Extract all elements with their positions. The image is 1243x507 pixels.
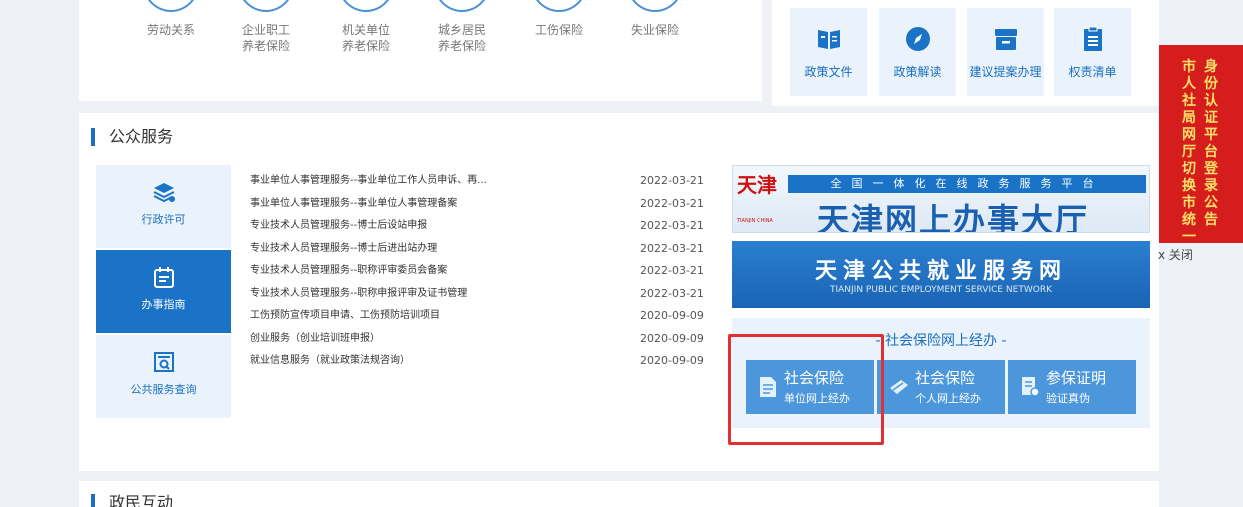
list-item-date: 2022-03-21 xyxy=(640,174,704,187)
sidebar-item-public-service-query[interactable]: 公共服务查询 xyxy=(96,335,231,418)
category-icon-circle xyxy=(238,0,294,12)
tile-label: 政策解读 xyxy=(893,65,942,79)
sidebar-item-label: 公共服务查询 xyxy=(130,383,197,396)
category-label: 劳动关系 xyxy=(146,23,195,37)
section-title: 公众服务 xyxy=(91,128,173,146)
list-item-date: 2020-09-09 xyxy=(640,331,704,345)
floating-notice-banner[interactable]: 身份认证平台登录公告 市人社局网厅切换市统一 xyxy=(1159,45,1243,245)
notice-text-column-1: 身份认证平台登录公告 xyxy=(1204,59,1218,228)
section-title: 政民互动 xyxy=(91,494,173,507)
category-icon-circle xyxy=(434,0,490,12)
list-item[interactable]: 事业单位人事管理服务--事业单位人事管理备案 2022-03-21 xyxy=(250,193,705,216)
compass-icon xyxy=(906,27,930,51)
list-item[interactable]: 就业信息服务（就业政策法规咨询） 2020-09-09 xyxy=(250,350,705,373)
card-icon xyxy=(890,380,908,394)
list-item-title[interactable]: 创业服务（创业培训班申报） xyxy=(250,328,590,351)
tile-policy-documents[interactable]: 政策文件 xyxy=(790,8,867,96)
online-service-hall-banner[interactable]: 天津 TIANJIN CHINA 全国一体化在线政务服务平台 天津网上办事大厅 xyxy=(732,165,1150,233)
clipboard-icon xyxy=(1084,26,1102,51)
notice-close-button[interactable]: x 关闭 xyxy=(1158,246,1193,263)
personal-online-service-button[interactable]: 社会保险 个人网上经办 xyxy=(877,360,1005,414)
quick-tiles: 政策文件 政策解读 建议提案办理 权责清单 xyxy=(772,0,1159,106)
tile-label: 权责清单 xyxy=(1068,65,1117,79)
sidebar-item-service-guide[interactable]: 办事指南 xyxy=(96,250,231,333)
button-sub-label: 验证真伪 xyxy=(1046,392,1090,405)
tile-label: 政策文件 xyxy=(804,65,853,79)
highlight-annotation-box xyxy=(728,334,884,445)
category-icon-circle xyxy=(143,0,199,12)
category-label: 机关单位 xyxy=(341,23,390,37)
list-item[interactable]: 专业技术人员管理服务--职称申报评审及证书管理 2022-03-21 xyxy=(250,283,705,306)
button-sub-label: 个人网上经办 xyxy=(915,392,981,405)
list-item-title[interactable]: 专业技术人员管理服务--职称评审委员会备案 xyxy=(250,260,590,283)
list-item-date: 2020-09-09 xyxy=(640,309,704,322)
tile-policy-interpretation[interactable]: 政策解读 xyxy=(879,8,956,96)
category-icon-circle xyxy=(627,0,683,12)
list-item-title[interactable]: 工伤预防宣传项目申请、工伤预防培训项目 xyxy=(250,305,590,328)
category-icon-circle xyxy=(338,0,394,12)
list-item-date: 2022-03-21 xyxy=(640,286,704,300)
category-strip: 劳动关系 企业职工养老保险 机关单位养老保险 城乡居民养老保险 工伤保险 失业保… xyxy=(79,0,762,101)
notice-text-column-2: 市人社局网厅切换市统一 xyxy=(1182,59,1196,245)
search-doc-icon xyxy=(154,352,174,372)
list-item-date: 2022-03-21 xyxy=(640,241,704,255)
banner-title: 天津网上办事大厅 xyxy=(817,201,1090,233)
tile-power-list[interactable]: 权责清单 xyxy=(1054,8,1131,96)
sidebar-item-label: 行政许可 xyxy=(141,213,186,226)
category-label-2: 养老保险 xyxy=(437,39,486,53)
employment-service-banner[interactable]: 天津公共就业服务网 TIANJIN PUBLIC EMPLOYMENT SERV… xyxy=(732,241,1150,308)
list-item-title[interactable]: 事业单位人事管理服务--事业单位工作人员申诉、再... xyxy=(250,170,590,193)
banner-title: 天津公共就业服务网 xyxy=(814,258,1067,284)
list-item[interactable]: 创业服务（创业培训班申报） 2020-09-09 xyxy=(250,328,705,351)
tile-label: 建议提案办理 xyxy=(969,65,1042,79)
sidebar-item-administrative-license[interactable]: 行政许可 xyxy=(96,165,231,248)
calendar-guide-icon xyxy=(154,267,174,288)
insurance-certificate-verify-button[interactable]: 参保证明 验证真伪 xyxy=(1008,360,1136,414)
certificate-icon xyxy=(1022,377,1040,397)
banner-subtitle: TIANJIN PUBLIC EMPLOYMENT SERVICE NETWOR… xyxy=(829,285,1052,295)
category-label: 城乡居民 xyxy=(437,23,486,37)
list-item-title[interactable]: 就业信息服务（就业政策法规咨询） xyxy=(250,350,590,373)
category-label: 工伤保险 xyxy=(534,23,583,37)
list-item-title[interactable]: 专业技术人员管理服务--博士后设站申报 xyxy=(250,215,590,238)
sidebar-item-label: 办事指南 xyxy=(141,298,186,311)
list-item-date: 2022-03-21 xyxy=(640,219,704,232)
category-label-2: 养老保险 xyxy=(341,39,390,53)
book-icon xyxy=(818,30,840,49)
interaction-section: 政民互动 xyxy=(79,481,1159,507)
button-main-label: 社会保险 xyxy=(915,369,976,387)
list-item[interactable]: 专业技术人员管理服务--博士后进出站办理 2022-03-21 xyxy=(250,238,705,261)
category-label-2: 养老保险 xyxy=(241,39,290,53)
service-list: 事业单位人事管理服务--事业单位工作人员申诉、再... 2022-03-21 事业… xyxy=(250,170,705,373)
tianjin-seal-logo: 天津 xyxy=(737,173,777,197)
tianjin-seal-subtitle: TIANJIN CHINA xyxy=(737,218,773,224)
category-icon-circle xyxy=(531,0,587,12)
layers-star-icon xyxy=(153,183,175,203)
list-item[interactable]: 专业技术人员管理服务--职称评审委员会备案 2022-03-21 xyxy=(250,260,705,283)
list-item-title[interactable]: 专业技术人员管理服务--职称申报评审及证书管理 xyxy=(250,283,590,306)
list-item-date: 2020-09-09 xyxy=(640,354,704,367)
tile-proposal-handling[interactable]: 建议提案办理 xyxy=(967,8,1044,96)
archive-box-icon xyxy=(995,29,1017,50)
button-main-label: 参保证明 xyxy=(1046,369,1107,387)
list-item-date: 2022-03-21 xyxy=(640,196,704,210)
list-item[interactable]: 工伤预防宣传项目申请、工伤预防培训项目 2020-09-09 xyxy=(250,305,705,328)
list-item-date: 2022-03-21 xyxy=(640,264,704,277)
service-sidebar: 行政许可 办事指南 公共服务查询 xyxy=(96,165,231,420)
banner-strip-text: 全国一体化在线政务服务平台 xyxy=(788,175,1146,193)
list-item-title[interactable]: 事业单位人事管理服务--事业单位人事管理备案 xyxy=(250,193,590,216)
list-item-title[interactable]: 专业技术人员管理服务--博士后进出站办理 xyxy=(250,238,590,261)
list-item[interactable]: 专业技术人员管理服务--博士后设站申报 2022-03-21 xyxy=(250,215,705,238)
category-label: 企业职工 xyxy=(241,23,290,37)
public-service-section: 公众服务 行政许可 办事指南 公共服务查询 事业单位人事管理服务--事业单位工作… xyxy=(79,113,1159,471)
category-label: 失业保险 xyxy=(630,23,679,37)
list-item[interactable]: 事业单位人事管理服务--事业单位工作人员申诉、再... 2022-03-21 xyxy=(250,170,705,193)
